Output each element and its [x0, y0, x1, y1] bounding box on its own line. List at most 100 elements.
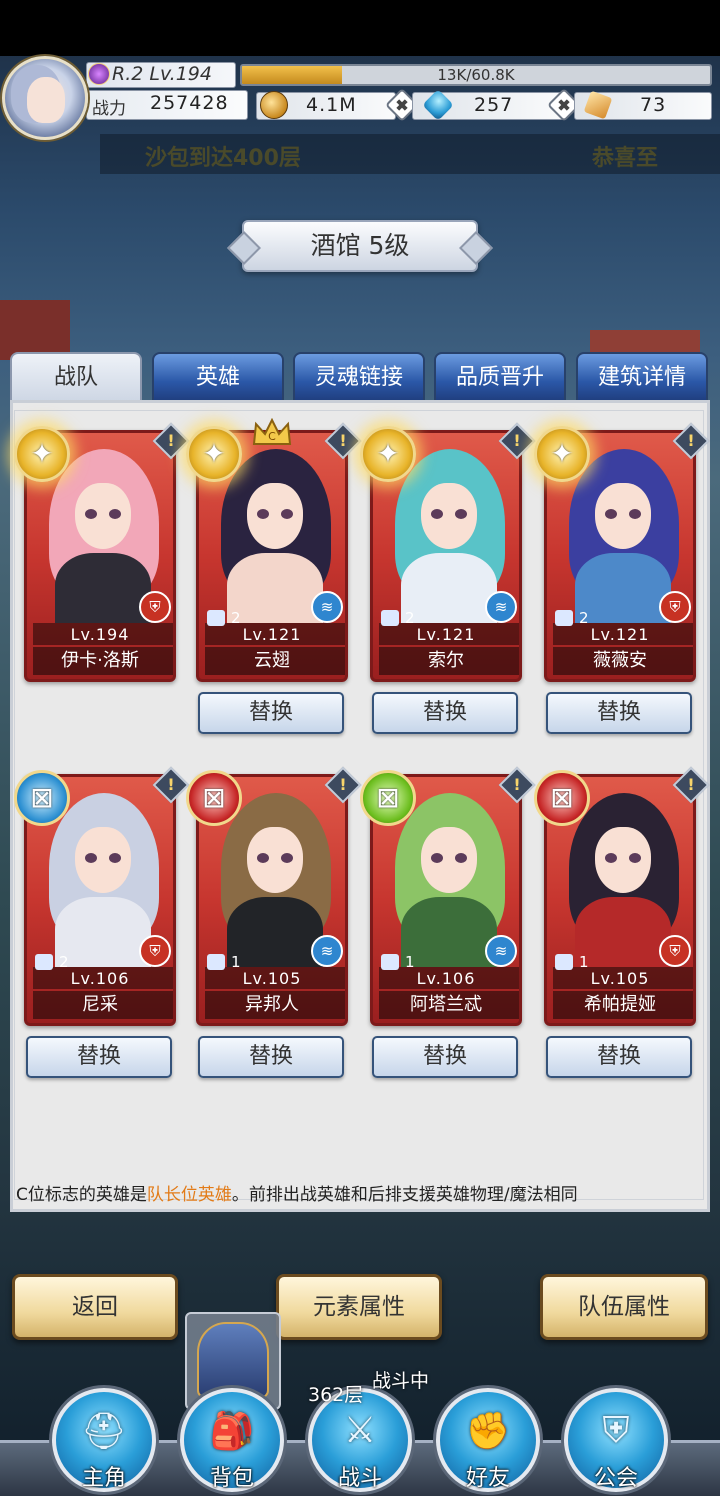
- element-attributes-button[interactable]: 元素属性: [276, 1274, 442, 1340]
- svg-text:C: C: [268, 430, 276, 443]
- mage-wave-icon: ≋: [311, 591, 343, 623]
- tab-soul-link[interactable]: 灵魂链接: [293, 352, 425, 402]
- tip-text-before: C位标志的英雄是: [16, 1185, 147, 1205]
- hero-outfit: [401, 897, 497, 967]
- hero-outfit: [227, 553, 323, 623]
- hero-star-badge: 1: [379, 951, 415, 973]
- battle-status: 战斗中: [372, 1370, 430, 1392]
- warrior-helmet-icon: ⛨: [659, 935, 691, 967]
- swap-hero-button[interactable]: 替换: [372, 1036, 518, 1078]
- battle-floor: 362层: [308, 1384, 364, 1406]
- hero-eye: [281, 509, 293, 519]
- hero-face: [247, 483, 303, 549]
- announcement-text-left: 沙包到达400层: [145, 146, 301, 171]
- hero-star-badge: 1: [205, 951, 241, 973]
- hero-eye: [605, 509, 617, 519]
- hero-eye: [85, 509, 97, 519]
- hero-alert-mark: !: [513, 775, 521, 794]
- back-button[interactable]: 返回: [12, 1274, 178, 1340]
- hero-face: [421, 483, 477, 549]
- element-glyph: ✦: [376, 437, 400, 470]
- hero-eye: [281, 853, 293, 863]
- hero-eye: [629, 509, 641, 519]
- tab-team[interactable]: 战队: [10, 352, 142, 404]
- element-red-icon: ⊠: [186, 770, 242, 826]
- hero-alert-mark: !: [339, 431, 347, 450]
- swap-hero-button[interactable]: 替换: [546, 1036, 692, 1078]
- page-title: 酒馆 5级: [310, 231, 410, 260]
- tip-text: C位标志的英雄是队长位英雄。前排出战英雄和后排支援英雄物理/魔法相同: [16, 1180, 704, 1208]
- nav-label: 战斗: [337, 1466, 382, 1491]
- hero-name: 尼采: [82, 994, 118, 1015]
- gold-coin-icon: [260, 91, 288, 119]
- hero-face: [75, 483, 131, 549]
- hero-outfit: [575, 897, 671, 967]
- handshake-icon: ✊: [465, 1411, 511, 1452]
- swap-hero-button[interactable]: 替换: [198, 692, 344, 734]
- crossed-swords-icon: ⚔: [343, 1410, 377, 1451]
- announcement-text-right: 恭喜至: [592, 146, 659, 171]
- element-glyph: ⊠: [202, 781, 226, 814]
- hero-name: 云翅: [254, 650, 290, 671]
- hero-star-badge: 2: [379, 607, 415, 629]
- status-bar: [0, 0, 720, 56]
- backpack-icon: 🎒: [209, 1411, 255, 1452]
- hero-face: [75, 827, 131, 893]
- hero-eye: [431, 853, 443, 863]
- hero-outfit: [55, 897, 151, 967]
- warrior-helmet-icon: ⛨: [139, 935, 171, 967]
- helmet-icon: ⛑: [81, 1411, 127, 1452]
- guild-emblem-icon: ⛨: [602, 1410, 630, 1451]
- hero-eye: [85, 853, 97, 863]
- hero-name: 希帕提娅: [584, 994, 656, 1015]
- hero-name: 伊卡·洛斯: [61, 650, 139, 671]
- element-glyph: ✦: [202, 437, 226, 470]
- gold-value: 4.1M: [306, 94, 357, 116]
- element-blue-icon: ⊠: [14, 770, 70, 826]
- element-gold-icon: ✦: [186, 426, 242, 482]
- hero-eye: [431, 509, 443, 519]
- hero-star-badge: 2: [553, 607, 589, 629]
- swap-hero-button[interactable]: 替换: [546, 692, 692, 734]
- element-glyph: ⊠: [550, 781, 574, 814]
- power-label: 战力: [92, 99, 126, 119]
- diamond-value: 257: [474, 94, 514, 116]
- card-value: 73: [640, 94, 667, 116]
- hero-outfit: [575, 553, 671, 623]
- hero-eye: [109, 853, 121, 863]
- element-gold-icon: ✦: [534, 426, 590, 482]
- exp-text: 13K/60.8K: [437, 66, 515, 84]
- tab-quality-upgrade[interactable]: 品质晋升: [434, 352, 566, 402]
- player-rank: R.2 Lv.194: [112, 63, 212, 85]
- hero-outfit: [227, 897, 323, 967]
- hero-outfit: [401, 553, 497, 623]
- tip-text-highlight: 队长位英雄: [146, 1185, 232, 1205]
- background-tower: [0, 300, 70, 360]
- hero-eye: [629, 853, 641, 863]
- nav-label: 主角: [81, 1466, 126, 1491]
- hero-alert-mark: !: [167, 431, 175, 450]
- nav-label: 公会: [593, 1466, 638, 1491]
- warrior-helmet-icon: ⛨: [139, 591, 171, 623]
- hero-eye: [455, 509, 467, 519]
- element-green-icon: ⊠: [360, 770, 416, 826]
- tab-building-details[interactable]: 建筑详情: [576, 352, 708, 402]
- hero-eye: [257, 853, 269, 863]
- hero-eye: [109, 509, 121, 519]
- hero-outfit: [55, 553, 151, 623]
- hero-eye: [605, 853, 617, 863]
- tab-heroes[interactable]: 英雄: [152, 352, 284, 402]
- nav-label: 好友: [465, 1466, 510, 1491]
- swap-hero-button[interactable]: 替换: [26, 1036, 172, 1078]
- swap-hero-button[interactable]: 替换: [372, 692, 518, 734]
- hero-star-badge: 2: [33, 951, 69, 973]
- swap-hero-button[interactable]: 替换: [198, 1036, 344, 1078]
- power-value: 257428: [150, 92, 229, 114]
- tip-text-after: 。前排出战英雄和后排支援英雄物理/魔法相同: [231, 1185, 578, 1205]
- player-avatar[interactable]: [2, 56, 88, 140]
- team-attributes-button[interactable]: 队伍属性: [540, 1274, 708, 1340]
- hero-alert-mark: !: [687, 431, 695, 450]
- hero-eye: [455, 853, 467, 863]
- hero-level: Lv.194: [70, 625, 130, 644]
- element-glyph: ⊠: [376, 781, 400, 814]
